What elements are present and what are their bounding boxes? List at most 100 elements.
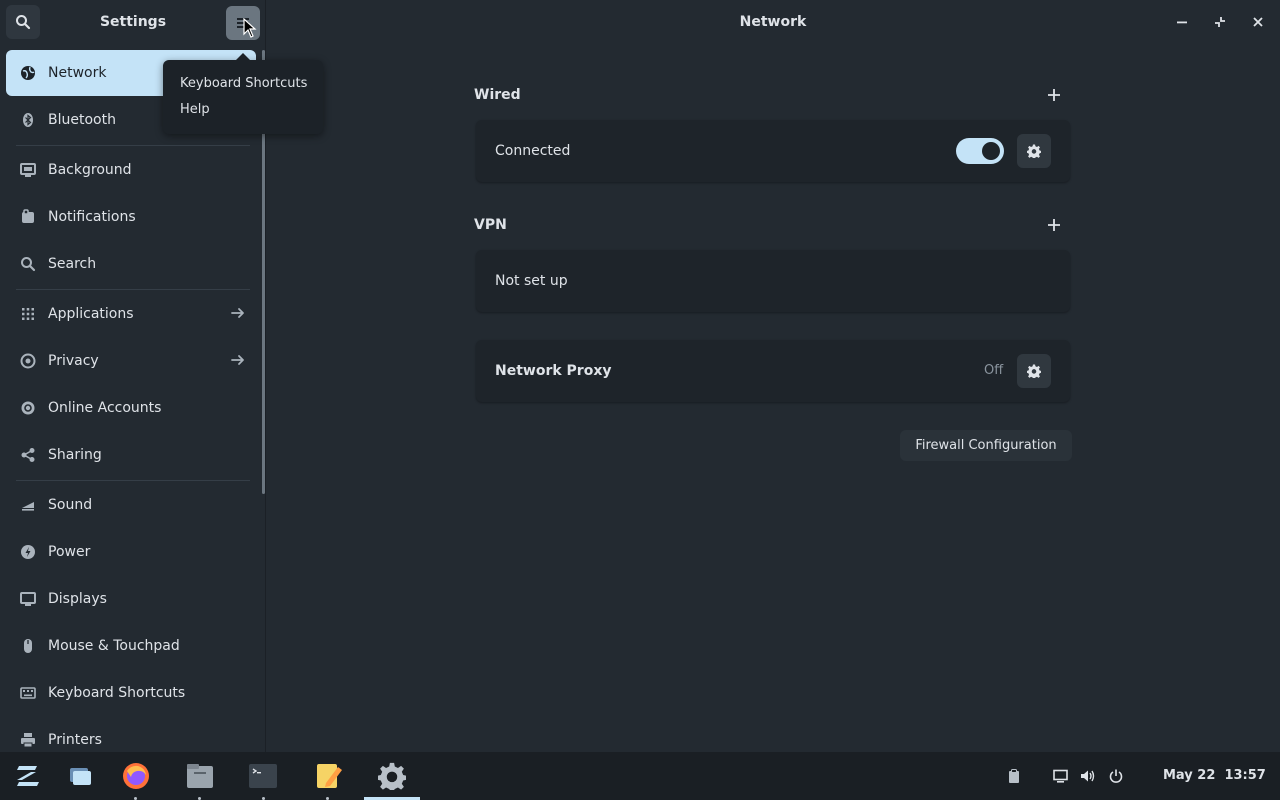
sidebar-item-label: Notifications [48,209,136,225]
close-button[interactable] [1248,12,1268,32]
sidebar-item-displays[interactable]: Displays [6,576,256,622]
sidebar-item-label: Power [48,544,91,560]
sidebar-item-label: Search [48,256,97,272]
sidebar-item-sound[interactable]: Sound [6,482,256,528]
sidebar-item-online-accounts[interactable]: Online Accounts [6,385,256,431]
power-tray-button[interactable] [1108,768,1124,784]
sidebar-divider [16,480,250,481]
sidebar-item-background[interactable]: Background [6,147,256,193]
arrow-right-icon [231,355,244,365]
minimize-button[interactable] [1172,12,1192,32]
files-icon [187,764,213,788]
sidebar-item-label: Mouse & Touchpad [48,638,180,654]
sidebar-item-privacy[interactable]: Privacy [6,338,256,384]
grid-icon [20,306,36,322]
mouse-cursor-icon [243,18,257,38]
proxy-card: Network Proxy Off [476,340,1070,402]
wired-section-title: Wired [474,87,521,103]
sidebar-item-label: Bluetooth [48,112,116,128]
wired-card: Connected [476,120,1070,182]
gear-icon [1027,364,1041,378]
globe-icon [20,65,36,81]
text-editor-button[interactable] [311,758,347,794]
eye-icon [20,353,36,369]
volume-button[interactable] [1080,768,1096,784]
restore-button[interactable] [1210,12,1230,32]
mouse-icon [20,638,36,654]
firefox-icon [123,763,149,789]
settings-icon [378,762,406,790]
monitor-icon [20,162,36,178]
clipboard-icon [1009,769,1019,783]
files-button[interactable] [182,758,218,794]
sidebar-item-search[interactable]: Search [6,241,256,287]
sidebar-divider [16,289,250,290]
sidebar-item-keyboard-shortcuts[interactable]: Keyboard Shortcuts [6,670,256,716]
sidebar-item-label: Displays [48,591,107,607]
wired-settings-button[interactable] [1017,134,1051,168]
zorin-menu-icon [17,766,39,786]
taskbar: May 22 13:57 [0,752,1280,800]
add-wired-button[interactable] [1046,87,1062,103]
sidebar-item-power[interactable]: Power [6,529,256,575]
vpn-status: Not set up [495,273,568,289]
volume-icon [1081,770,1095,782]
gear-icon [1027,144,1041,158]
firefox-button[interactable] [118,758,154,794]
sidebar-divider [16,145,250,146]
sidebar-item-label: Sound [48,497,93,513]
terminal-button[interactable] [245,758,281,794]
page-title: Network [739,14,807,30]
sidebar-item-label: Printers [48,732,102,748]
sidebar-item-label: Online Accounts [48,400,162,416]
sidebar-item-label: Privacy [48,353,99,369]
settings-app-button[interactable] [374,758,410,794]
restore-icon [1215,17,1225,27]
terminal-icon [249,764,277,788]
window-switcher-button[interactable] [62,758,98,794]
power-icon [1109,769,1123,783]
search-button[interactable] [6,5,40,39]
monitor-icon [1052,769,1068,783]
at-icon [20,400,36,416]
toggle-knob [982,142,1000,160]
menu-item-help[interactable]: Help [180,102,210,117]
sidebar-item-applications[interactable]: Applications [6,291,256,337]
add-vpn-button[interactable] [1046,217,1062,233]
proxy-status: Off [984,363,1004,378]
sidebar-item-notifications[interactable]: Notifications [6,194,256,240]
wired-toggle[interactable] [956,138,1004,164]
close-icon [1253,17,1263,27]
keyboard-icon [20,685,36,701]
speaker-icon [20,497,36,513]
display-tray-button[interactable] [1052,768,1068,784]
clock-date: May 22 [1163,768,1216,783]
window-switcher-icon [70,768,91,785]
bell-icon [20,209,36,225]
clock[interactable]: May 22 13:57 [1163,768,1266,783]
firewall-configuration-button[interactable]: Firewall Configuration [900,430,1072,461]
power-icon [20,544,36,560]
main-menu-popover: Keyboard Shortcuts Help [163,53,323,134]
sidebar-item-label: Applications [48,306,134,322]
search-icon [16,15,31,30]
menu-item-keyboard-shortcuts[interactable]: Keyboard Shortcuts [180,76,307,91]
zorin-menu-button[interactable] [10,758,46,794]
sidebar-item-label: Keyboard Shortcuts [48,685,186,701]
sidebar-item-label: Sharing [48,447,102,463]
arrow-right-icon [231,308,244,318]
sidebar-header: Settings [0,0,266,44]
proxy-title: Network Proxy [495,363,612,379]
minimize-icon [1177,21,1187,24]
bluetooth-icon [20,112,36,128]
clipboard-button[interactable] [1006,768,1022,784]
proxy-settings-button[interactable] [1017,354,1051,388]
share-icon [20,447,36,463]
sidebar-item-mouse-touchpad[interactable]: Mouse & Touchpad [6,623,256,669]
sidebar-item-label: Network [48,65,107,81]
sidebar-item-sharing[interactable]: Sharing [6,432,256,478]
vpn-card: Not set up [476,250,1070,312]
sidebar-item-label: Background [48,162,132,178]
vpn-section-title: VPN [474,217,507,233]
display-icon [20,591,36,607]
